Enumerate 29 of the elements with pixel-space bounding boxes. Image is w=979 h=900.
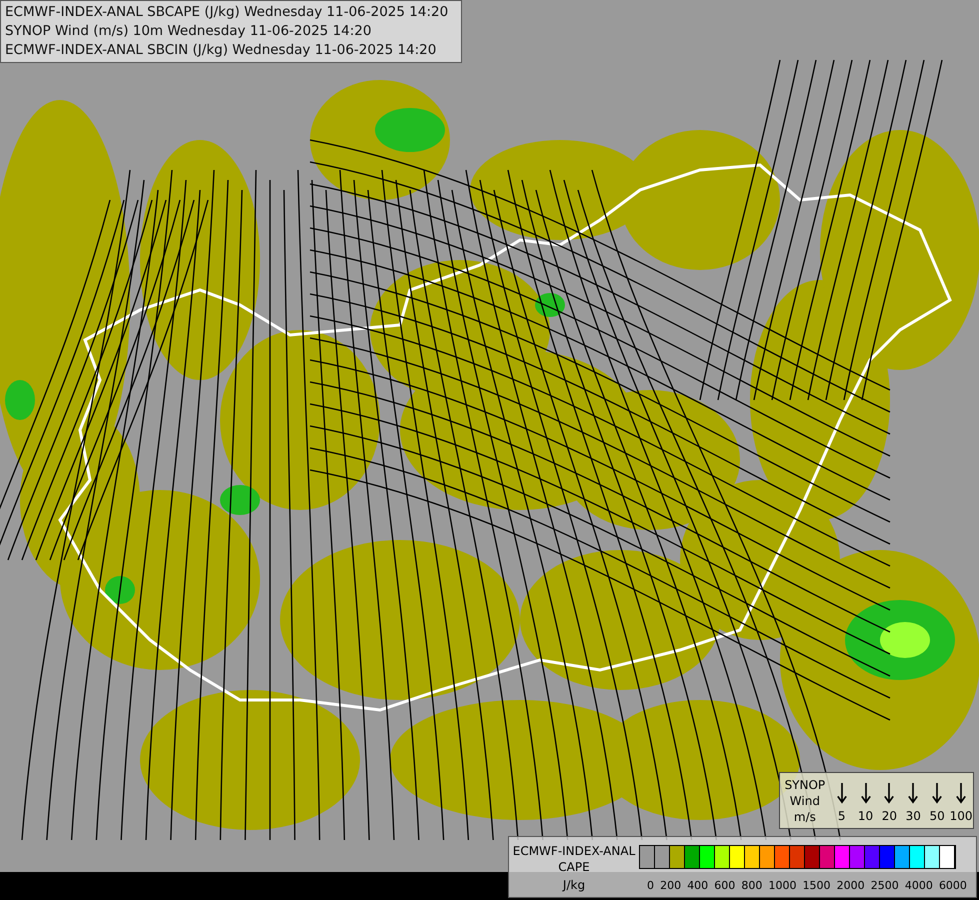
- speed-label: 100: [950, 809, 973, 823]
- header-line: SYNOP Wind (m/s) 10m Wednesday 11-06-2025 14:20: [5, 22, 372, 41]
- scale-label: 2000: [836, 879, 865, 892]
- legend-title: ECMWF-INDEX-ANAL CAPE: [512, 843, 636, 875]
- scale-label: 0: [647, 879, 654, 892]
- speed-label: 30: [906, 809, 921, 823]
- arrow-icon: [908, 781, 918, 805]
- scale-label: 200: [660, 879, 682, 892]
- scale-label: 6000: [938, 879, 967, 892]
- speed-label: 50: [930, 809, 945, 823]
- speed-label: 20: [882, 809, 898, 823]
- header-line: ECMWF-INDEX-ANAL SBCAPE (J/kg) Wednesday 11-06-2025 14:20: [5, 3, 450, 22]
- arrow-icon: [884, 781, 894, 805]
- scale-label: 1000: [768, 879, 796, 892]
- scale-label: 2500: [870, 879, 899, 892]
- speed-label: 10: [858, 809, 874, 823]
- arrow-icon: [956, 781, 966, 805]
- arrow-icon: [860, 781, 871, 805]
- scale-label: 1500: [802, 879, 831, 892]
- scale-label: 800: [741, 879, 762, 892]
- unit-label: J/kg: [562, 877, 586, 893]
- scale-label: 400: [687, 879, 708, 892]
- unit-label: m/s: [794, 809, 816, 825]
- speed-label: 5: [838, 809, 846, 823]
- scale-label: 4000: [904, 879, 933, 892]
- arrow-icon: [836, 781, 847, 805]
- header-line: ECMWF-INDEX-ANAL SBCIN (J/kg) Wednesday 11-06-2025 14:20: [5, 41, 438, 60]
- scale-label: 600: [714, 879, 736, 892]
- arrow-icon: [932, 781, 942, 805]
